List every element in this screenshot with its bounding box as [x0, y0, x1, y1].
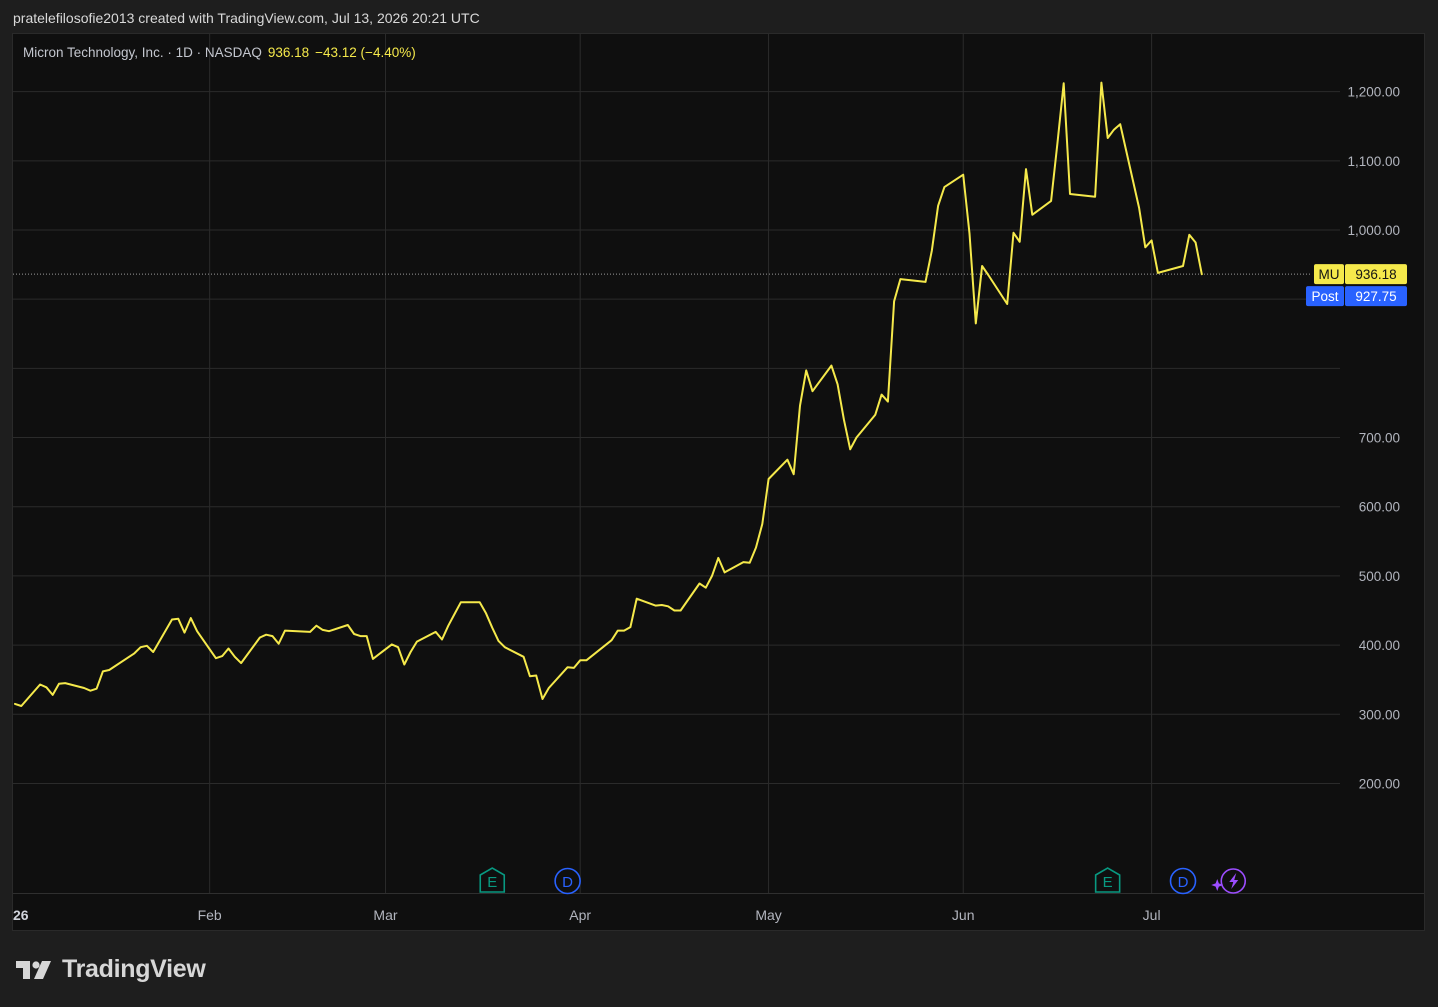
legend-last-price: 936.18 [267, 45, 310, 60]
event-marker-letter: E [1103, 874, 1113, 891]
dividend-icon[interactable]: D [554, 867, 581, 895]
chart-panel[interactable]: 200.00300.00400.00500.00600.00700.00800.… [12, 33, 1425, 931]
sparkle-lightning-icon[interactable] [1211, 868, 1247, 894]
post-market-badge-label: Post [1311, 289, 1338, 304]
legend-symbol: Micron Technology, Inc. · 1D · NASDAQ [23, 45, 262, 60]
price-chart[interactable]: 200.00300.00400.00500.00600.00700.00800.… [13, 34, 1424, 930]
earnings-icon[interactable]: E [1094, 867, 1121, 893]
post-market-badge: Post 927.75 [1306, 286, 1407, 307]
tradingview-logo: TradingView [16, 955, 206, 984]
earnings-icon[interactable]: E [479, 867, 506, 893]
y-tick-label: 1,200.00 [1347, 85, 1400, 100]
symbol-legend: Micron Technology, Inc. · 1D · NASDAQ 936… [23, 45, 416, 60]
x-tick-label: Mar [373, 907, 397, 923]
tradingview-logo-text: TradingView [62, 955, 206, 983]
y-tick-label: 1,100.00 [1347, 154, 1400, 169]
y-tick-label: 600.00 [1359, 500, 1400, 515]
x-tick-label: Apr [569, 907, 591, 923]
x-tick-label: Jun [952, 907, 975, 923]
chart-caption: pratelefilosofie2013 created with Tradin… [13, 10, 480, 26]
last-price-badge: MU 936.18 [1314, 264, 1407, 285]
legend-change: −43.12 (−4.40%) [315, 45, 416, 60]
y-tick-label: 1,000.00 [1347, 223, 1400, 238]
last-price-badge-value: 936.18 [1355, 267, 1396, 282]
x-tick-label: Feb [198, 907, 222, 923]
last-price-badge-label: MU [1319, 267, 1340, 282]
x-tick-label: Jul [1143, 907, 1161, 923]
y-tick-label: 400.00 [1359, 638, 1400, 653]
event-marker-letter: D [562, 874, 573, 891]
tradingview-logo-icon [16, 960, 51, 979]
y-tick-label: 500.00 [1359, 569, 1400, 584]
price-series-line [14, 81, 1203, 707]
event-marker-letter: D [1178, 874, 1189, 891]
x-tick-label: 26 [13, 907, 29, 923]
y-tick-label: 300.00 [1359, 707, 1400, 722]
post-market-badge-value: 927.75 [1355, 289, 1396, 304]
x-tick-label: May [755, 907, 781, 923]
event-marker-letter: E [487, 874, 497, 891]
y-tick-label: 700.00 [1359, 431, 1400, 446]
dividend-icon[interactable]: D [1169, 867, 1197, 895]
y-tick-label: 200.00 [1359, 776, 1400, 791]
